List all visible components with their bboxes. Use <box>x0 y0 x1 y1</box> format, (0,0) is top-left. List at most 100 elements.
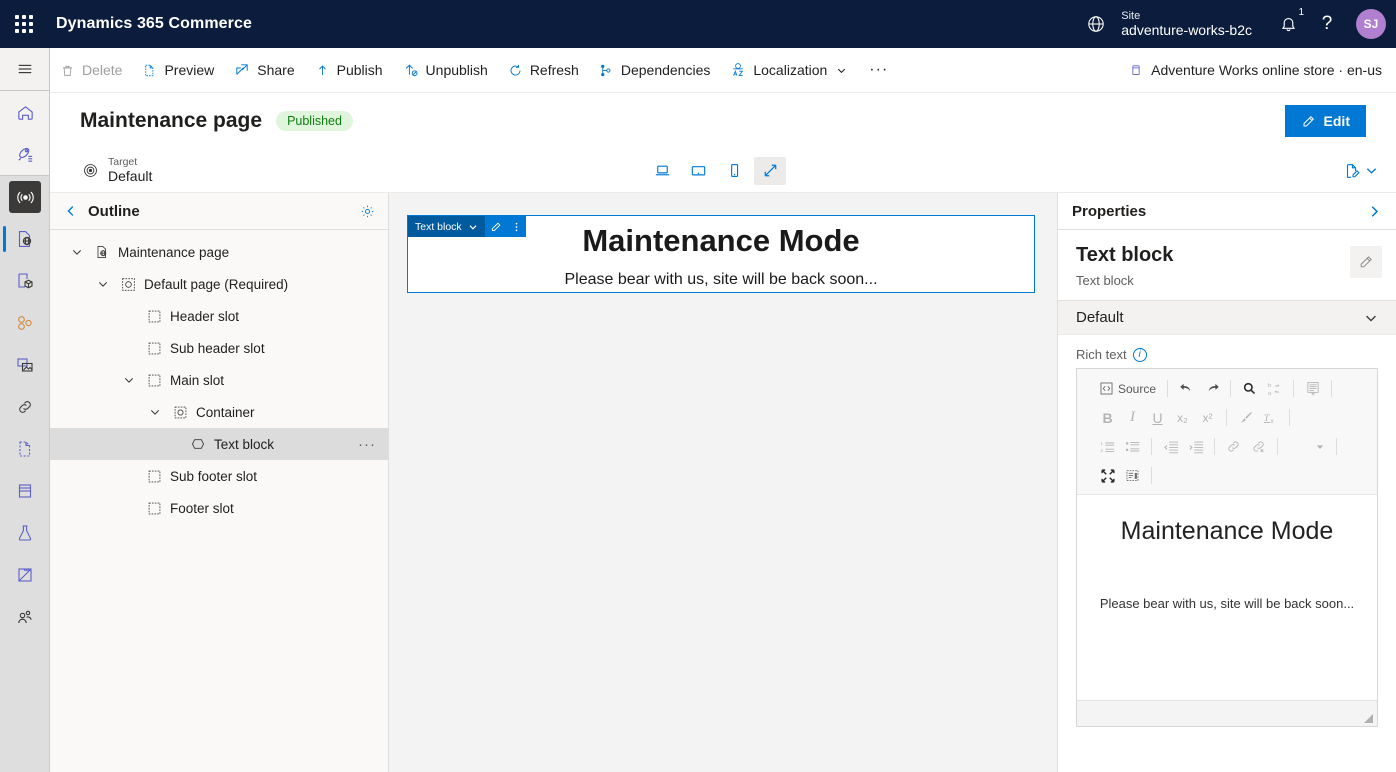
viewport-mobile-button[interactable] <box>718 157 750 185</box>
rte-remove-format-button[interactable] <box>1233 405 1258 430</box>
properties-default-accordion[interactable]: Default <box>1058 301 1396 335</box>
delete-button[interactable]: Delete <box>50 48 132 93</box>
channel-selector[interactable]: Adventure Works online store · en-us <box>1129 62 1396 78</box>
rte-replace-button[interactable]: b a <box>1262 376 1287 401</box>
viewport-fullscreen-button[interactable] <box>754 156 786 185</box>
tree-node-main-slot[interactable]: Main slot <box>50 364 388 396</box>
rte-redo-button[interactable] <box>1199 376 1224 401</box>
tree-node-header-slot[interactable]: Header slot <box>50 300 388 332</box>
twisty-expanded[interactable] <box>90 278 116 290</box>
rte-outdent-button[interactable] <box>1158 434 1183 459</box>
rail-item-layouts[interactable] <box>0 470 50 512</box>
unpublish-button[interactable]: Unpublish <box>393 48 498 93</box>
rail-item-templates[interactable] <box>0 428 50 470</box>
tree-node-sub-footer-slot[interactable]: Sub footer slot <box>50 460 388 492</box>
rte-link-button[interactable] <box>1221 434 1246 459</box>
rail-item-experiments[interactable] <box>0 512 50 554</box>
rte-find-button[interactable] <box>1237 376 1262 401</box>
dependencies-label: Dependencies <box>620 62 711 78</box>
page-globe-icon <box>18 231 32 247</box>
tree-node-text-block[interactable]: Text block ··· <box>50 428 388 460</box>
rte-content-area[interactable]: Maintenance Mode Please bear with us, si… <box>1077 495 1377 700</box>
outdent-icon <box>1163 441 1178 453</box>
viewport-tablet-button[interactable] <box>682 157 714 185</box>
properties-module-type: Text block <box>1076 273 1134 288</box>
info-icon[interactable]: i <box>1132 347 1147 362</box>
rail-item-design[interactable] <box>0 554 50 596</box>
share-button[interactable]: Share <box>224 48 304 93</box>
rte-indent-button[interactable] <box>1183 434 1208 459</box>
rte-maximize-button[interactable] <box>1095 463 1120 488</box>
tree-node-more-button[interactable]: ··· <box>358 436 376 453</box>
rail-item-pages[interactable] <box>0 218 50 260</box>
command-overflow-button[interactable]: ··· <box>857 48 900 93</box>
tree-node-container[interactable]: Container <box>50 396 388 428</box>
outline-settings-button[interactable] <box>359 203 376 220</box>
rte-select-all-button[interactable] <box>1300 376 1325 401</box>
rail-item-fragments[interactable] <box>0 260 50 302</box>
edit-button[interactable]: Edit <box>1284 105 1366 137</box>
rail-item-media[interactable] <box>0 344 50 386</box>
rte-underline-button[interactable]: U <box>1145 405 1170 430</box>
notifications-button[interactable]: 1 <box>1270 0 1306 48</box>
gear-icon <box>361 205 374 217</box>
target-selector[interactable]: Target Default <box>50 156 152 185</box>
redo-icon <box>1208 383 1219 391</box>
module-more-button[interactable] <box>506 216 526 237</box>
rail-item-launch[interactable] <box>0 133 50 175</box>
unpublish-label: Unpublish <box>425 62 488 78</box>
tree-node-default-page[interactable]: Default page (Required) <box>50 268 388 300</box>
canvas-paragraph: Please bear with us, site will be back s… <box>564 270 878 288</box>
rte-bulleted-list-button[interactable] <box>1120 434 1145 459</box>
module-edit-button[interactable] <box>484 216 507 237</box>
rail-item-live-site[interactable] <box>0 176 50 218</box>
refresh-button[interactable]: Refresh <box>498 48 589 93</box>
rail-item-home[interactable] <box>0 91 50 133</box>
rail-item-url-links[interactable] <box>0 386 50 428</box>
rail-item-assets[interactable] <box>0 302 50 344</box>
help-icon: ? <box>1321 13 1333 34</box>
rte-clear-style-button[interactable]: T x <box>1258 405 1283 430</box>
rte-bold-button[interactable]: B <box>1095 405 1120 430</box>
rte-italic-button[interactable]: I <box>1120 405 1145 430</box>
rte-undo-button[interactable] <box>1174 376 1199 401</box>
rte-format-select[interactable] <box>1284 443 1330 451</box>
slot-icon <box>142 373 166 388</box>
dependencies-button[interactable]: Dependencies <box>589 48 721 93</box>
brush-icon <box>1240 411 1252 423</box>
site-selector[interactable]: Site adventure-works-b2c <box>1121 10 1252 39</box>
tree-node-footer-slot[interactable]: Footer slot <box>50 492 388 524</box>
laptop-icon <box>655 165 669 176</box>
rte-subscript-button[interactable]: x₂ <box>1170 405 1195 430</box>
resize-grip-icon[interactable] <box>1364 714 1373 723</box>
publish-button[interactable]: Publish <box>305 48 393 93</box>
page-edit-menu[interactable] <box>1343 162 1396 180</box>
properties-collapse-button[interactable] <box>1367 204 1382 219</box>
twisty-expanded[interactable] <box>116 374 142 386</box>
viewport-desktop-button[interactable] <box>646 157 678 185</box>
share-label: Share <box>257 62 295 78</box>
rail-item-customers[interactable] <box>0 596 50 638</box>
outline-back-button[interactable] <box>64 204 78 218</box>
code-icon <box>1100 382 1113 395</box>
twisty-expanded[interactable] <box>64 246 90 258</box>
rte-show-blocks-button[interactable] <box>1120 463 1145 488</box>
app-launcher-button[interactable] <box>0 0 48 48</box>
rail-item-hamburger[interactable] <box>0 48 50 90</box>
tree-node-maintenance-page[interactable]: Maintenance page <box>50 236 388 268</box>
properties-edit-button[interactable] <box>1350 246 1382 278</box>
language-globe-button[interactable] <box>1075 0 1117 48</box>
twisty-expanded[interactable] <box>142 406 168 418</box>
preview-button[interactable]: Preview <box>132 48 224 93</box>
selected-module[interactable]: Text block Maintenance Mode Please bear … <box>407 215 1035 293</box>
avatar[interactable]: SJ <box>1356 9 1386 39</box>
help-button[interactable]: ? <box>1306 0 1348 48</box>
rte-superscript-button[interactable]: x² <box>1195 405 1220 430</box>
tree-node-label: Footer slot <box>170 500 234 516</box>
tree-node-sub-header-slot[interactable]: Sub header slot <box>50 332 388 364</box>
rte-unlink-button[interactable] <box>1246 434 1271 459</box>
localization-button[interactable]: Localization <box>720 48 857 93</box>
rte-numbered-list-button[interactable]: 1 2 <box>1095 434 1120 459</box>
rte-source-button[interactable]: Source <box>1095 376 1161 401</box>
module-type-chip[interactable]: Text block <box>408 216 485 237</box>
